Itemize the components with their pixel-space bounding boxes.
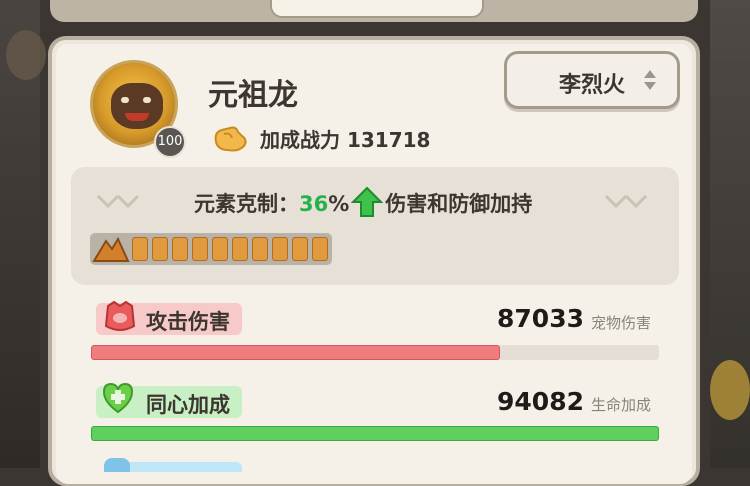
attack-bar-track <box>91 345 659 360</box>
element-segment <box>272 237 288 261</box>
chevron-decor-icon <box>96 194 140 209</box>
element-segment <box>212 237 228 261</box>
element-segment <box>292 237 308 261</box>
background-figure <box>710 360 750 420</box>
top-tab-button[interactable] <box>270 0 484 18</box>
owner-select[interactable]: 李烈火 <box>504 51 680 109</box>
element-segment <box>192 237 208 261</box>
element-counter-box <box>71 167 679 285</box>
pet-level-badge: 100 <box>154 126 186 158</box>
power-arm-icon <box>214 126 247 152</box>
chevron-decor-icon <box>604 194 648 209</box>
background-figure <box>6 30 46 80</box>
attack-bar-fill <box>91 345 500 360</box>
heart-label: 同心加成 <box>146 393 230 417</box>
element-prefix: 元素克制： <box>194 192 299 216</box>
attack-value: 87033 <box>497 304 584 333</box>
attack-unit: 宠物伤害 <box>591 314 652 332</box>
element-percent: 36 <box>299 192 329 216</box>
power-label: 加成战力 131718 <box>260 128 431 152</box>
element-segment-bar <box>90 233 332 265</box>
attack-icon <box>104 300 136 331</box>
next-stat-icon <box>104 458 130 472</box>
pet-avatar-face <box>111 83 163 129</box>
heart-value: 94082 <box>497 387 584 416</box>
element-counter-text: 元素克制：36% 伤害和防御加持 <box>194 186 532 218</box>
next-stat-tag <box>122 462 242 472</box>
pet-eye <box>143 97 151 103</box>
element-segment <box>172 237 188 261</box>
pet-eye <box>121 97 129 103</box>
element-segment <box>152 237 168 261</box>
owner-select-value: 李烈火 <box>559 73 626 98</box>
attack-label: 攻击伤害 <box>146 310 230 334</box>
up-arrow-icon <box>351 186 384 217</box>
element-suffix: 伤害和防御加持 <box>385 192 533 216</box>
heart-unit: 生命加成 <box>591 396 652 414</box>
heart-bar-fill <box>91 426 659 441</box>
element-segment <box>252 237 268 261</box>
fire-icon <box>92 236 130 262</box>
element-percent-sign: % <box>328 192 350 216</box>
pet-name: 元祖龙 <box>208 78 298 113</box>
pet-mouth <box>125 113 149 121</box>
heart-bar-track <box>91 426 659 441</box>
element-segment <box>132 237 148 261</box>
heart-icon <box>102 382 134 414</box>
element-segment <box>232 237 248 261</box>
element-segment <box>312 237 328 261</box>
sort-arrows-icon <box>644 70 656 90</box>
